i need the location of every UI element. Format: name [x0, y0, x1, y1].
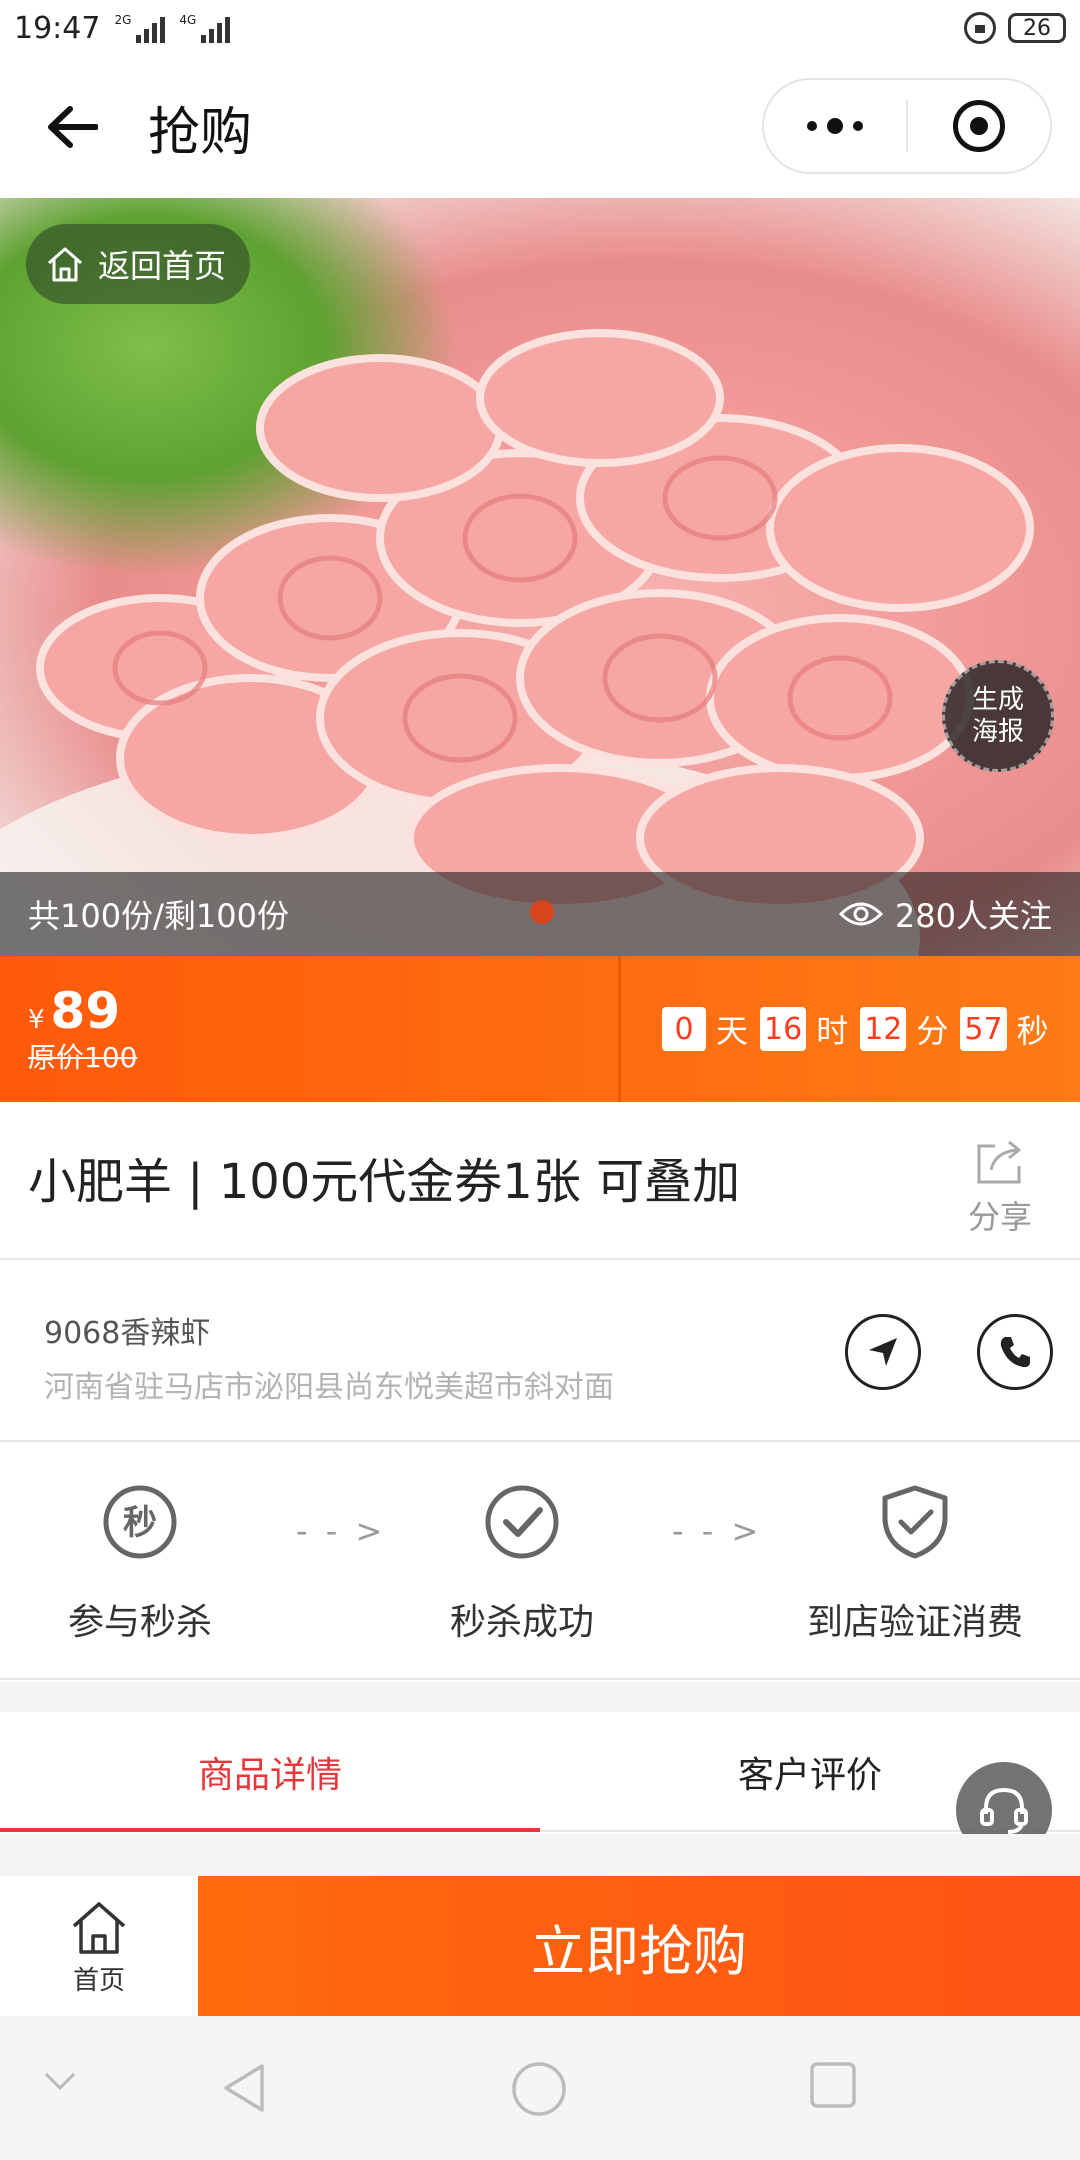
home-tab-button[interactable]: 首页 — [0, 1876, 198, 2016]
home-icon — [48, 247, 82, 282]
stock-text: 共100份/剩100份 — [28, 897, 289, 935]
call-button[interactable] — [977, 1314, 1053, 1390]
countdown-hours: 16 — [760, 1007, 807, 1051]
countdown-days-unit: 天 — [716, 1012, 749, 1050]
navigate-button[interactable] — [845, 1314, 921, 1390]
back-arrow-icon — [48, 106, 98, 148]
generate-poster-button[interactable]: 生成 海报 — [942, 660, 1054, 772]
back-triangle-icon[interactable] — [218, 2060, 274, 2116]
eye-icon — [838, 902, 883, 926]
tab-product-details[interactable]: 商品详情 — [0, 1712, 540, 1832]
views-text: 280人关注 — [894, 897, 1052, 935]
back-home-label: 返回首页 — [98, 247, 227, 285]
original-price: 原价100 — [28, 1041, 138, 1074]
svg-text:秒: 秒 — [123, 1503, 157, 1543]
bottom-action-bar: 首页 立即抢购 — [0, 1876, 1080, 2016]
price-divider — [618, 956, 621, 1102]
step-seckill-success: 秒杀成功 — [440, 1484, 604, 1645]
countdown-minutes-unit: 分 — [916, 1012, 949, 1050]
current-price-value: 89 — [50, 982, 121, 1040]
battery-icon: 26 — [1008, 13, 1066, 43]
signal-2g-icon: 2G — [114, 13, 166, 43]
countdown-minutes: 12 — [860, 1007, 907, 1051]
shop-address: 河南省驻马店市泌阳县尚东悦美超市斜对面 — [44, 1370, 614, 1405]
step-arrow: - - > — [296, 1512, 387, 1550]
step-verify-in-store: 到店验证消费 — [790, 1484, 1040, 1645]
purchase-steps: 秒 参与秒杀 - - > 秒杀成功 - - > 到店验证消费 — [0, 1444, 1080, 1680]
views-count: 280人关注 — [838, 891, 1052, 937]
price-block: ¥ 89 原价100 — [28, 982, 137, 1076]
seckill-icon: 秒 — [103, 1485, 177, 1559]
carousel-indicator — [530, 900, 554, 924]
signal-4g-icon: 4G — [179, 13, 231, 43]
headset-icon — [980, 1787, 1028, 1834]
navigation-arrow-icon — [869, 1338, 897, 1366]
status-time: 19:47 — [14, 10, 101, 46]
signal-4g-label: 4G — [179, 13, 197, 27]
poster-label-line2: 海报 — [971, 717, 1024, 747]
step-arrow: - - > — [672, 1512, 763, 1550]
currency-symbol: ¥ — [28, 1005, 45, 1035]
countdown-hours-unit: 时 — [816, 1012, 849, 1050]
share-icon — [977, 1140, 1021, 1184]
more-dots-icon — [807, 118, 863, 134]
shop-info: 9068香辣虾 河南省驻马店市泌阳县尚东悦美超市斜对面 — [0, 1262, 1080, 1442]
system-navigation-bar — [0, 2016, 1080, 2160]
page-title: 抢购 — [148, 102, 253, 163]
step-label: 秒杀成功 — [449, 1602, 594, 1643]
countdown-days: 0 — [662, 1007, 706, 1051]
rotation-lock-icon — [964, 12, 996, 44]
back-button[interactable] — [40, 95, 104, 159]
section-gap — [0, 1682, 1080, 1712]
status-right: 26 — [964, 12, 1066, 44]
countdown-seconds-unit: 秒 — [1016, 1012, 1049, 1050]
poster-label-line1: 生成 — [971, 685, 1024, 715]
close-mini-program-button[interactable] — [908, 80, 1050, 172]
chevron-down-icon[interactable] — [40, 2060, 80, 2100]
image-info-bar: 共100份/剩100份 280人关注 — [0, 872, 1080, 956]
active-tab-indicator — [0, 1828, 540, 1832]
step-label: 参与秒杀 — [67, 1602, 212, 1643]
share-button[interactable]: 分享 — [960, 1138, 1040, 1238]
mini-program-capsule — [762, 78, 1052, 174]
nav-bar: 抢购 — [0, 56, 1080, 198]
product-title-row: 小肥羊 | 100元代金券1张 可叠加 分享 — [0, 1102, 1080, 1260]
more-menu-button[interactable] — [764, 80, 906, 172]
product-title: 小肥羊 | 100元代金券1张 可叠加 — [28, 1154, 741, 1210]
signal-2g-label: 2G — [114, 13, 132, 27]
step-join-seckill: 秒 参与秒杀 — [58, 1484, 222, 1645]
countdown-seconds: 57 — [960, 1007, 1007, 1051]
phone-icon — [1000, 1337, 1030, 1368]
home-icon — [72, 1902, 126, 1954]
buy-now-button[interactable]: 立即抢购 — [198, 1876, 1080, 2016]
price-bar: ¥ 89 原价100 0 天 16 时 12 分 57 秒 — [0, 956, 1080, 1102]
check-circle-icon — [485, 1485, 559, 1559]
share-label: 分享 — [967, 1198, 1032, 1236]
countdown-timer: 0 天 16 时 12 分 57 秒 — [662, 956, 1053, 1102]
home-circle-icon[interactable] — [510, 2060, 568, 2118]
lamb-rolls-illustration — [36, 329, 1034, 912]
status-bar: 19:47 2G 4G 26 — [0, 0, 1080, 56]
detail-tabs: 商品详情 客户评价 — [0, 1712, 1080, 1832]
shop-name: 9068香辣虾 — [44, 1316, 211, 1351]
current-price: ¥ 89 — [28, 982, 137, 1040]
content-gap — [0, 1834, 1080, 1876]
product-image[interactable]: 返回首页 生成 海报 共100份/剩100份 280人关注 — [0, 198, 1080, 956]
back-home-button[interactable]: 返回首页 — [26, 224, 251, 304]
target-icon — [953, 100, 1005, 152]
shield-check-icon — [882, 1485, 948, 1559]
step-label: 到店验证消费 — [806, 1602, 1023, 1643]
recents-square-icon[interactable] — [808, 2060, 858, 2110]
status-left: 19:47 2G 4G — [14, 10, 231, 46]
home-tab-label: 首页 — [72, 1966, 125, 1996]
